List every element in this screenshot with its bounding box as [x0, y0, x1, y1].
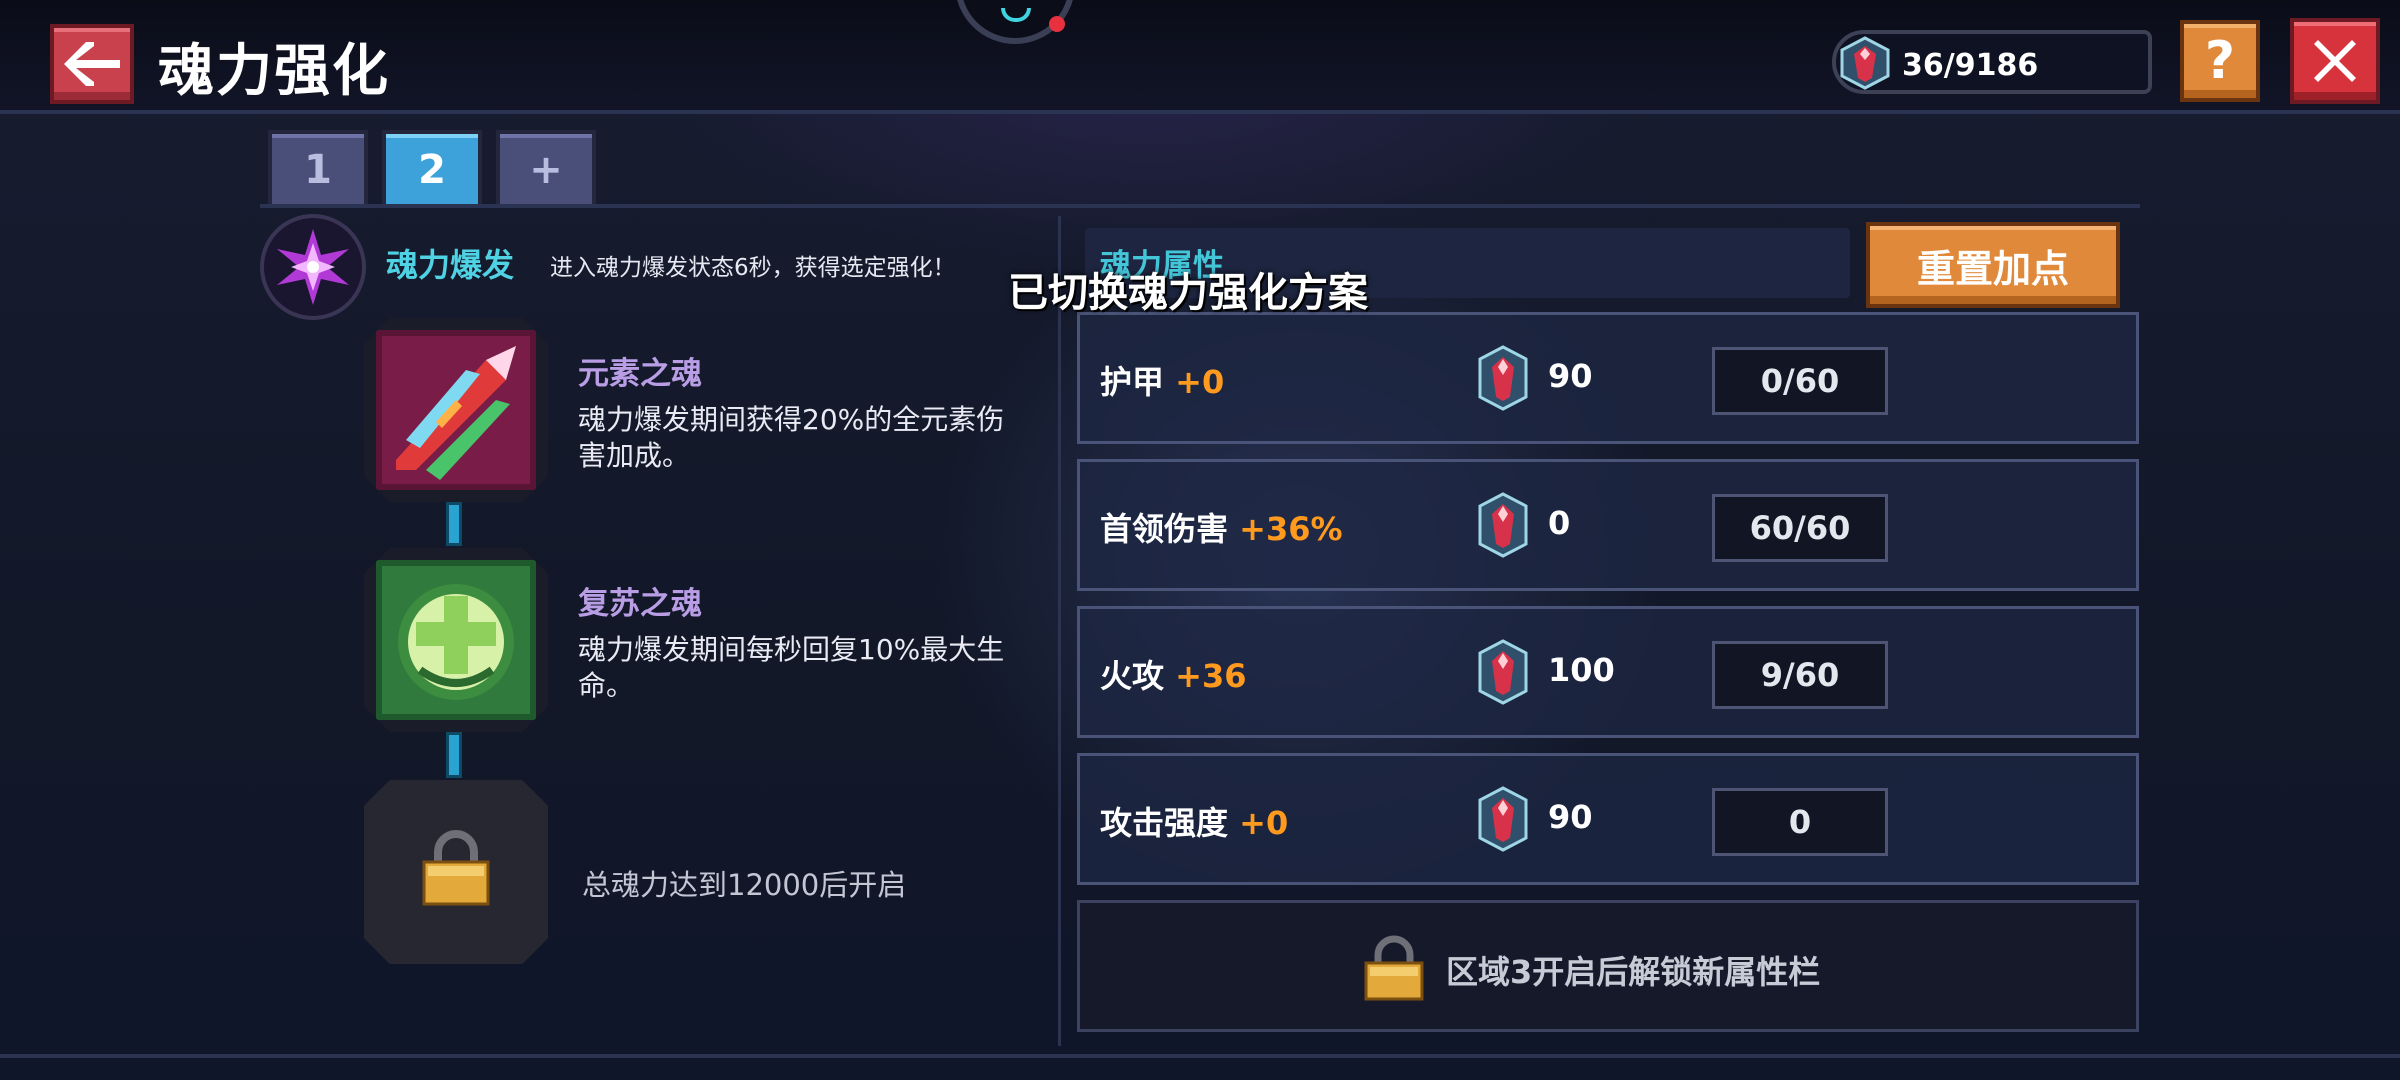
soul-gem-icon	[1840, 36, 1890, 90]
attribute-name: 首领伤害	[1100, 510, 1229, 548]
notification-dot	[1049, 16, 1065, 32]
attribute-row-attack-power[interactable]: 攻击强度 +0 90 0	[1077, 753, 2139, 885]
skill-connector	[446, 502, 462, 546]
soul-gem-icon	[1478, 345, 1528, 411]
skill-name: 元素之魂	[578, 356, 702, 392]
attribute-level: 60/60	[1712, 494, 1888, 562]
attribute-bonus: +0	[1175, 363, 1225, 401]
skill-description: 魂力爆发期间获得20%的全元素伤害加成。	[578, 403, 1005, 472]
soul-gem-icon	[1478, 639, 1528, 705]
elemental-blades-icon	[376, 330, 536, 490]
attribute-row-fire-attack[interactable]: 火攻 +36 100 9/60	[1077, 606, 2139, 738]
attribute-row-armor[interactable]: 护甲 +0 90 0/60	[1077, 312, 2139, 444]
skill-elemental-soul[interactable]	[364, 318, 548, 502]
skill-name: 复苏之魂	[578, 586, 702, 622]
attribute-row-boss-damage[interactable]: 首领伤害 +36% 0 60/60	[1077, 459, 2139, 591]
question-icon: ?	[2204, 31, 2236, 91]
soul-currency-value: 36/9186	[1902, 48, 2039, 83]
locked-attribute-requirement: 区域3开启后解锁新属性栏	[1446, 953, 1821, 991]
back-button[interactable]	[50, 24, 134, 104]
close-button[interactable]	[2290, 18, 2380, 104]
locked-skill-requirement: 总魂力达到12000后开启	[582, 868, 907, 902]
plan-switched-toast: 已切换魂力强化方案	[1008, 270, 1368, 316]
help-button[interactable]: ?	[2180, 20, 2260, 102]
soul-burst-description: 进入魂力爆发状态6秒，获得选定强化！	[550, 255, 956, 281]
tab-plan-1[interactable]: 1	[268, 130, 368, 206]
attribute-bonus: +36%	[1239, 510, 1343, 548]
attribute-cost: 90	[1548, 357, 1593, 395]
page-title: 魂力强化	[158, 39, 390, 104]
reset-points-button[interactable]: 重置加点	[1866, 222, 2120, 308]
soul-gem-icon	[1478, 492, 1528, 558]
skill-connector	[446, 732, 462, 778]
attribute-level: 0	[1712, 788, 1888, 856]
attribute-bonus: +36	[1175, 657, 1247, 695]
attribute-level: 9/60	[1712, 641, 1888, 709]
panel-divider	[1058, 216, 1061, 1046]
tabs-divider	[260, 204, 2140, 208]
close-icon	[2314, 40, 2356, 82]
arrow-left-icon	[64, 42, 120, 86]
attribute-level: 0/60	[1712, 347, 1888, 415]
bottom-border	[0, 1054, 2400, 1058]
skill-revival-soul[interactable]	[364, 548, 548, 732]
tab-plan-2[interactable]: 2	[382, 130, 482, 206]
attribute-name: 火攻	[1100, 657, 1165, 695]
attribute-bonus: +0	[1239, 804, 1289, 842]
soul-burst-title: 魂力爆发	[386, 246, 515, 284]
skill-description: 魂力爆发期间每秒回复10%最大生命。	[578, 633, 1005, 702]
skill-locked-slot	[364, 780, 548, 964]
soul-currency-display: 36/9186	[1832, 30, 2152, 94]
soul-gem-icon	[1478, 786, 1528, 852]
revival-cross-icon	[376, 560, 536, 720]
attribute-cost: 0	[1548, 504, 1571, 542]
attribute-name: 攻击强度	[1100, 804, 1229, 842]
tab-add-plan[interactable]: +	[496, 130, 596, 206]
lock-icon	[1364, 935, 1424, 1001]
lock-icon	[422, 830, 490, 906]
attribute-cost: 100	[1548, 651, 1615, 689]
attribute-cost: 90	[1548, 798, 1593, 836]
soul-burst-icon	[260, 214, 366, 320]
attribute-name: 护甲	[1100, 363, 1165, 401]
